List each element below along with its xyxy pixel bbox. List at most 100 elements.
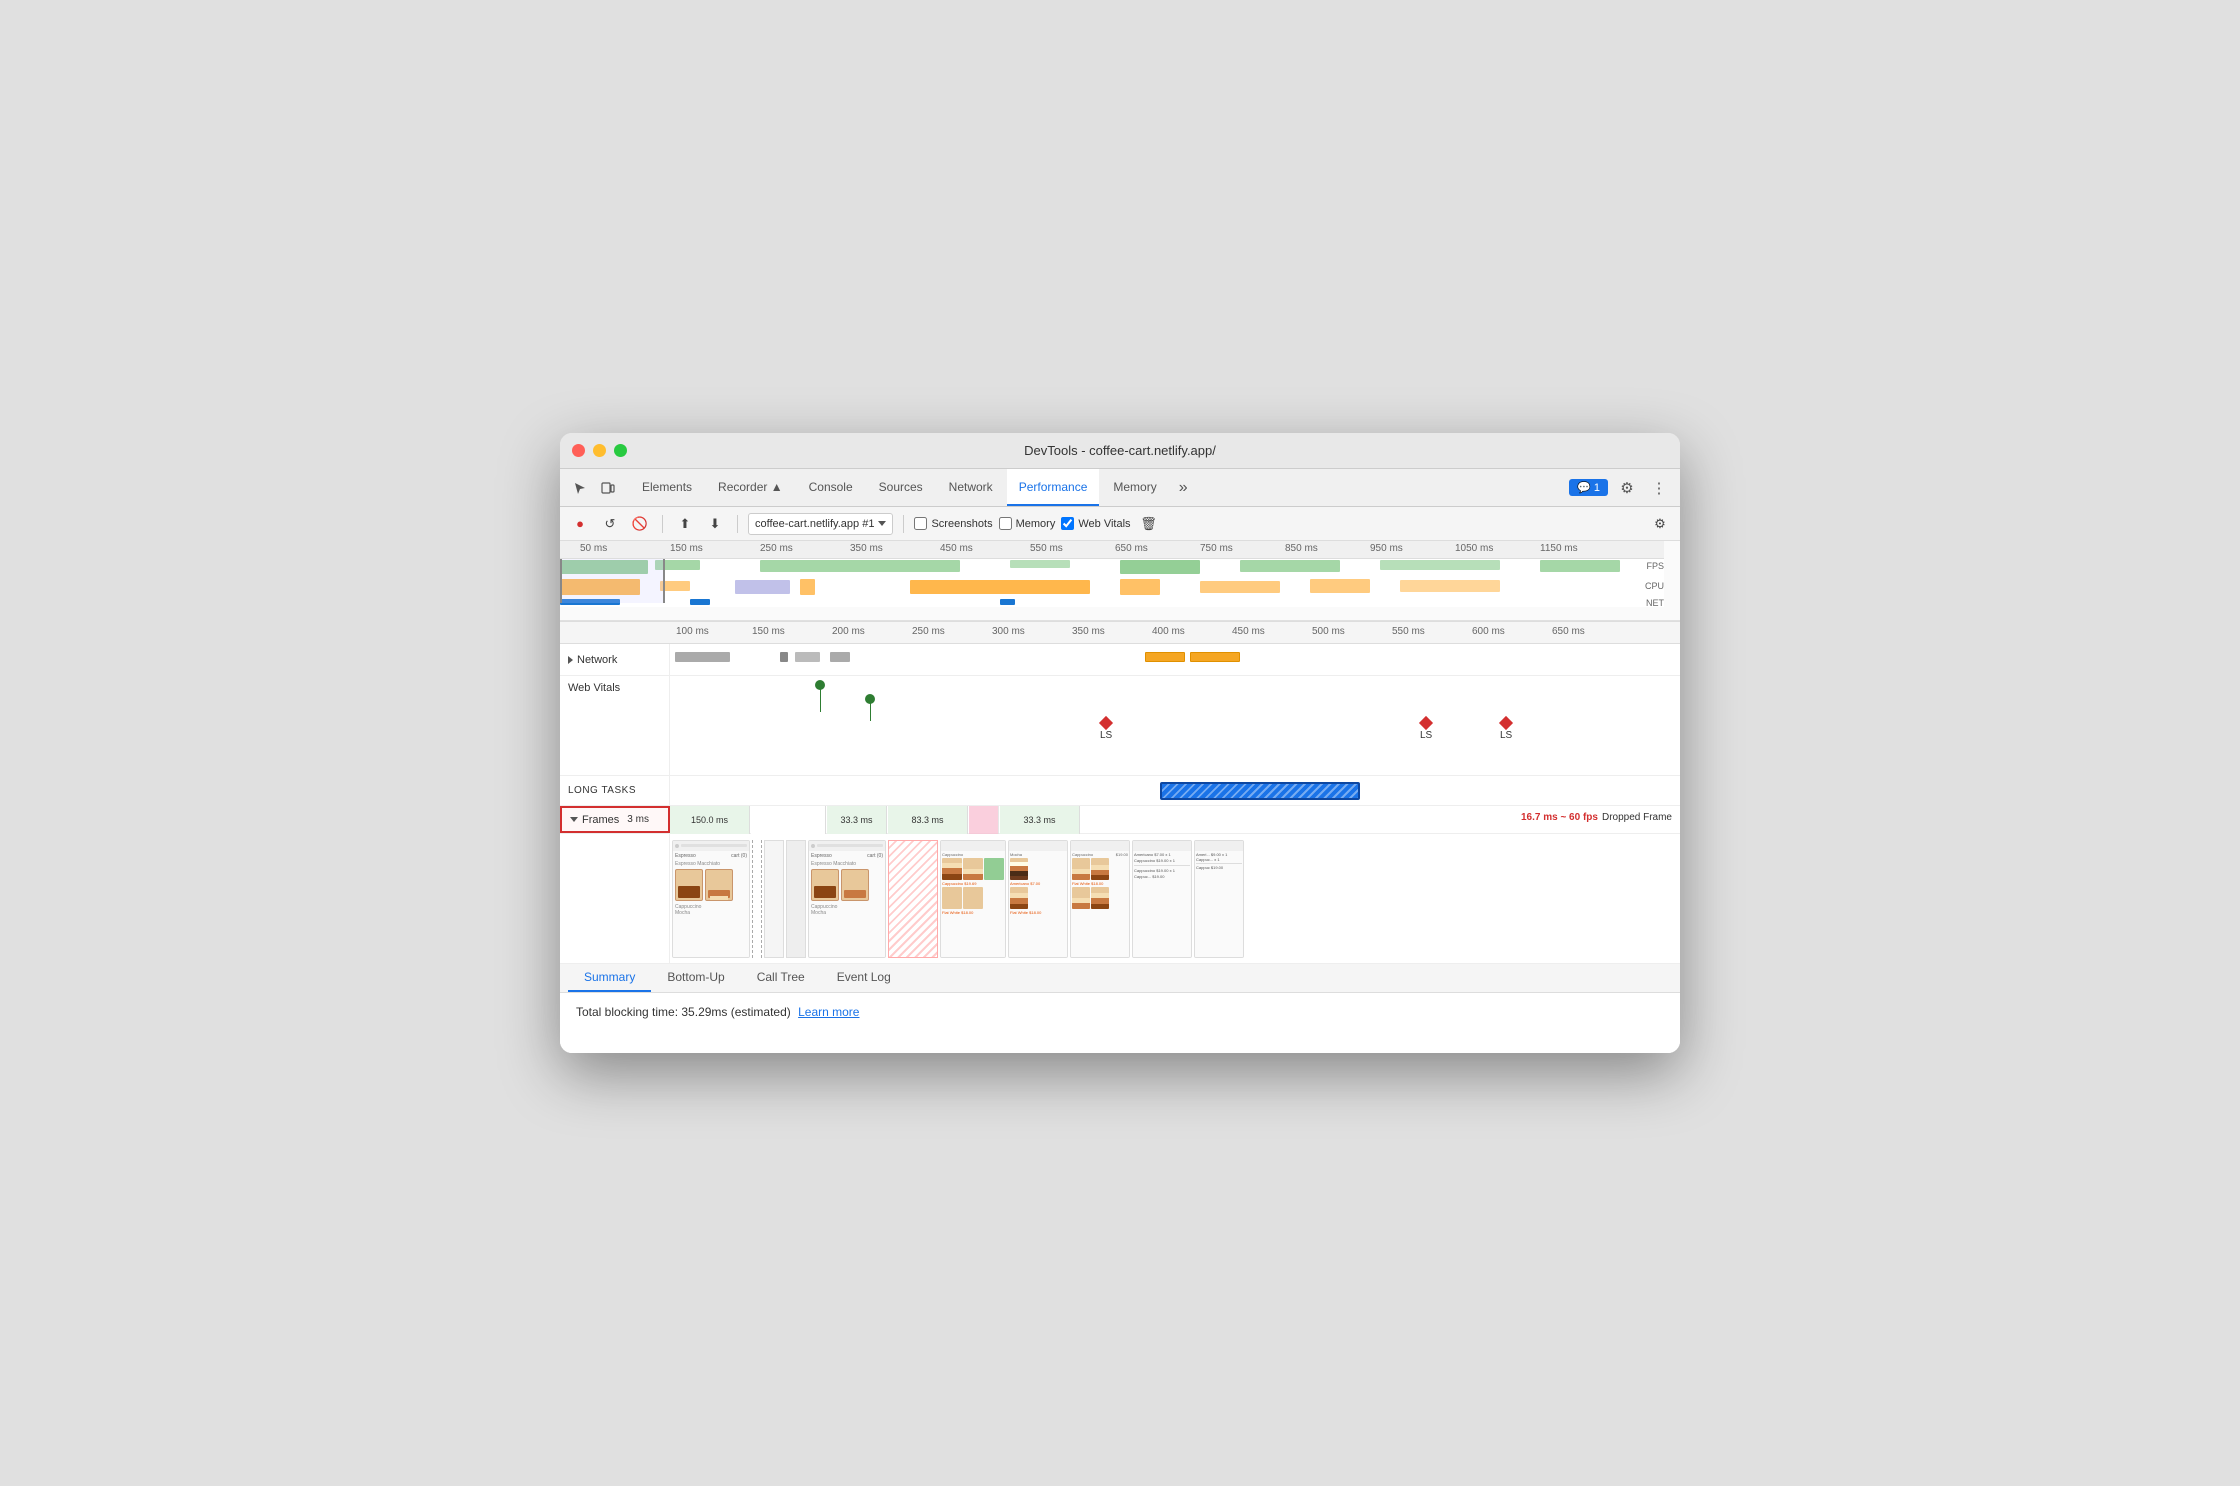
tab-sources[interactable]: Sources	[867, 469, 935, 506]
more-options-icon[interactable]: ⋮	[1646, 475, 1672, 501]
frame-seg-2	[751, 806, 826, 834]
time-100: 100 ms	[676, 626, 709, 637]
time-500: 500 ms	[1312, 626, 1345, 637]
overview-time-ruler: 50 ms 150 ms 250 ms 350 ms 450 ms 550 ms…	[560, 541, 1664, 559]
screenshot-2	[764, 840, 784, 958]
minimize-button[interactable]	[593, 444, 606, 457]
titlebar: DevTools - coffee-cart.netlify.app/	[560, 433, 1680, 469]
net-block-3	[1000, 599, 1015, 605]
overview-panel: 50 ms 150 ms 250 ms 350 ms 450 ms 550 ms…	[560, 541, 1680, 622]
net-req-6	[1190, 652, 1240, 662]
tab-console[interactable]: Console	[797, 469, 865, 506]
dropped-frame-info: 16.7 ms ~ 60 fps Dropped Frame	[1521, 812, 1672, 823]
settings-button[interactable]: ⚙	[1648, 512, 1672, 536]
tab-memory[interactable]: Memory	[1101, 469, 1168, 506]
time-mark-850: 850 ms	[1285, 543, 1318, 554]
window-title: DevTools - coffee-cart.netlify.app/	[1024, 443, 1216, 458]
memory-checkbox[interactable]: Memory	[999, 517, 1056, 530]
time-mark-650: 650 ms	[1115, 543, 1148, 554]
frames-track-content[interactable]: 150.0 ms 33.3 ms 83.3 ms 33.3 ms	[670, 806, 1680, 834]
long-tasks-track-row: LONG TASKS	[560, 776, 1680, 806]
toolbar-divider-3	[903, 515, 904, 533]
ls-label-2: LS	[1420, 730, 1432, 741]
reload-button[interactable]: ↺	[598, 512, 622, 536]
net-row: NET	[560, 599, 1664, 607]
clear-button[interactable]: 🚫	[628, 512, 652, 536]
fps-block-8	[1540, 560, 1620, 572]
long-tasks-content[interactable]	[670, 776, 1680, 806]
long-tasks-label: LONG TASKS	[560, 776, 670, 805]
ls-label-1: LS	[1100, 730, 1112, 741]
network-track-row: Network	[560, 644, 1680, 676]
upload-button[interactable]: ⬆	[673, 512, 697, 536]
maximize-button[interactable]	[614, 444, 627, 457]
download-button[interactable]: ⬇	[703, 512, 727, 536]
time-mark-350: 350 ms	[850, 543, 883, 554]
selection-overlay	[560, 559, 665, 603]
tab-event-log[interactable]: Event Log	[821, 964, 907, 992]
tab-recorder[interactable]: Recorder ▲	[706, 469, 795, 506]
screenshot-5: Cappuccino	[940, 840, 1006, 958]
time-mark-250: 250 ms	[760, 543, 793, 554]
screenshot-1: Espresso cart (0) Espresso Macchiato	[672, 840, 750, 958]
network-track-content[interactable]	[670, 644, 1680, 676]
screenshot-7: Cappuccino $19.00	[1070, 840, 1130, 958]
tab-bar-actions: 💬 1 ⚙ ⋮	[1569, 475, 1672, 501]
web-vitals-label: Web Vitals	[560, 676, 670, 775]
close-button[interactable]	[572, 444, 585, 457]
time-mark-550: 550 ms	[1030, 543, 1063, 554]
screenshot-4: Espresso cart (0) Espresso Macchiato	[808, 840, 886, 958]
profile-selector[interactable]: coffee-cart.netlify.app #1	[748, 513, 893, 535]
screenshots-content[interactable]: Espresso cart (0) Espresso Macchiato	[670, 834, 1680, 963]
record-button[interactable]: ●	[568, 512, 592, 536]
screenshots-input[interactable]	[914, 517, 927, 530]
time-450: 450 ms	[1232, 626, 1265, 637]
tab-summary[interactable]: Summary	[568, 964, 651, 992]
screenshots-label	[560, 834, 670, 963]
tab-network[interactable]: Network	[937, 469, 1005, 506]
time-mark-1050: 1050 ms	[1455, 543, 1493, 554]
analysis-tabs: Summary Bottom-Up Call Tree Event Log	[560, 964, 1680, 993]
performance-toolbar: ● ↺ 🚫 ⬆ ⬇ coffee-cart.netlify.app #1 Scr…	[560, 507, 1680, 541]
tab-elements[interactable]: Elements	[630, 469, 704, 506]
tab-bottom-up[interactable]: Bottom-Up	[651, 964, 740, 992]
frames-label[interactable]: Frames 3 ms	[560, 806, 670, 833]
web-vitals-input[interactable]	[1061, 517, 1074, 530]
frame-seg-1: 150.0 ms	[670, 806, 750, 834]
net-req-3	[795, 652, 820, 662]
frames-track-row: Frames 3 ms 150.0 ms 33.3 ms 83.3 ms	[560, 806, 1680, 834]
cpu-block-6	[1120, 579, 1160, 595]
more-tabs-button[interactable]: »	[1171, 479, 1196, 497]
devtools-body: Elements Recorder ▲ Console Sources Netw…	[560, 469, 1680, 1053]
chat-badge[interactable]: 💬 1	[1569, 479, 1608, 496]
settings-icon[interactable]: ⚙	[1614, 475, 1640, 501]
cpu-block-9	[1400, 580, 1500, 592]
network-track-label[interactable]: Network	[560, 644, 670, 675]
net-block-2	[690, 599, 710, 605]
fps-block-4	[1010, 560, 1070, 568]
pointer-icon[interactable]	[568, 476, 592, 500]
memory-input[interactable]	[999, 517, 1012, 530]
net-req-2	[780, 652, 788, 662]
trash-button[interactable]: 🗑	[1137, 512, 1161, 536]
screenshots-checkbox[interactable]: Screenshots	[914, 517, 992, 530]
device-icon[interactable]	[596, 476, 620, 500]
fps-block-3	[760, 560, 960, 572]
screenshot-sep-1	[752, 840, 762, 958]
frames-expand-icon	[570, 817, 578, 822]
learn-more-link[interactable]: Learn more	[798, 1005, 859, 1019]
overview-chart[interactable]: 50 ms 150 ms 250 ms 350 ms 450 ms 550 ms…	[560, 541, 1680, 621]
tab-call-tree[interactable]: Call Tree	[741, 964, 821, 992]
cpu-block-3	[735, 580, 790, 594]
long-task-1	[1160, 782, 1360, 800]
traffic-lights	[572, 444, 627, 457]
web-vitals-content[interactable]: LS LS LS	[670, 676, 1680, 775]
tab-performance[interactable]: Performance	[1007, 469, 1100, 506]
screenshot-3	[786, 840, 806, 958]
screenshot-8: Americano $7.00 x 1 Cappuccino $19.00 x …	[1132, 840, 1192, 958]
ls-diamond-1	[1099, 716, 1113, 730]
fps-label: FPS	[1646, 561, 1664, 571]
frame-seg-6: 33.3 ms	[1000, 806, 1080, 834]
time-650: 650 ms	[1552, 626, 1585, 637]
web-vitals-checkbox[interactable]: Web Vitals	[1061, 517, 1130, 530]
